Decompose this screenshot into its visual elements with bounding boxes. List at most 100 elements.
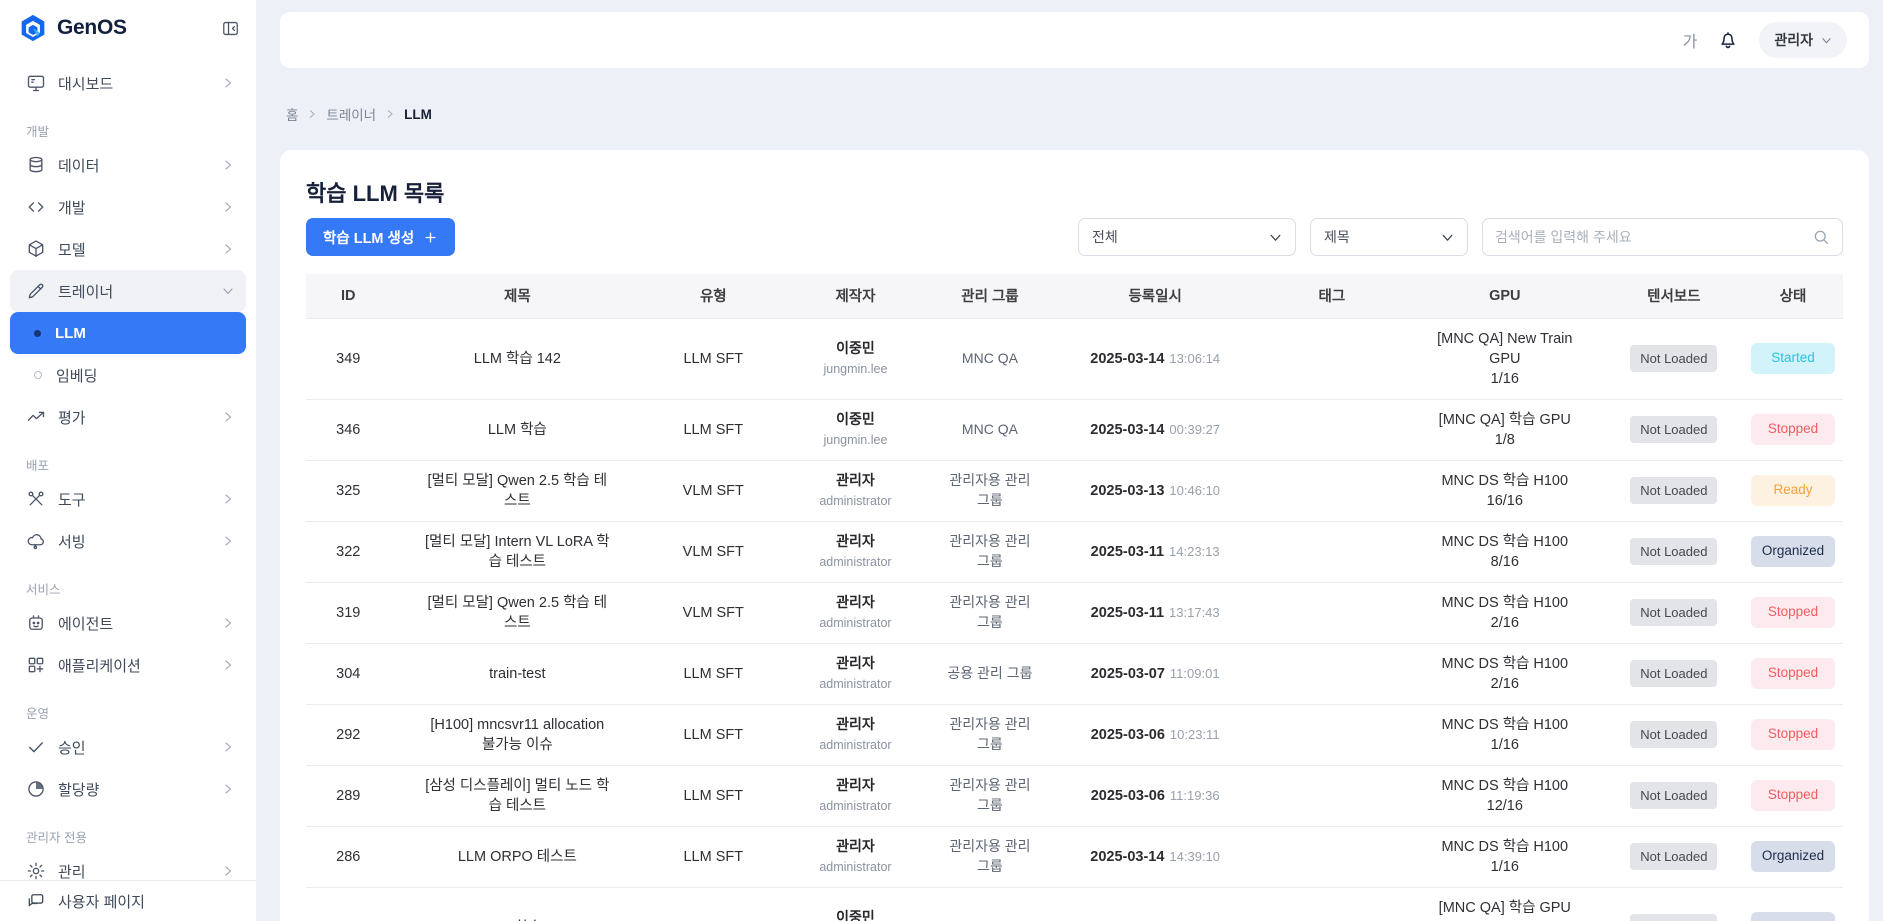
cell-type: VLM SFT [644,521,782,582]
sidebar-item-dashboard[interactable]: 대시보드 [10,62,246,104]
breadcrumb-current: LLM [404,107,432,122]
sidebar-item-user-page[interactable]: 사용자 페이지 [0,880,256,921]
sidebar-item-serving[interactable]: 서빙 [10,520,246,562]
sidebar-item-label: 데이터 [58,155,210,176]
breadcrumb-home[interactable]: 홈 [286,104,298,124]
table-row[interactable]: 292 [H100] mncsvr11 allocation 불가능 이슈 LL… [306,704,1843,765]
sidebar-item-data[interactable]: 데이터 [10,144,246,186]
registered-date: 2025-03-06 [1091,727,1165,743]
breadcrumb: 홈 트레이너 LLM [286,104,1869,124]
creator-name: 관리자 [788,471,922,490]
table-row[interactable]: 289 [삼성 디스플레이] 멀티 노드 학습 테스트 LLM SFT 관리자 … [306,765,1843,826]
tensorboard-badge: Not Loaded [1630,345,1717,373]
table-row[interactable]: 286 LLM ORPO 테스트 LLM SFT 관리자 administrat… [306,826,1843,887]
gpu-count: 2/16 [1430,613,1580,633]
create-llm-button-label: 학습 LLM 생성 [323,227,414,248]
tensorboard-badge: Not Loaded [1630,660,1717,688]
registered-date: 2025-03-14 [1090,849,1164,865]
user-menu[interactable]: 관리자 [1759,22,1847,58]
notification-bell-icon[interactable] [1717,29,1739,51]
field-filter-value: 제목 [1324,227,1350,247]
main-content: 가 관리자 홈 트레이너 LLM 학습 LLM 목록 학습 LLM 생성 전체 [256,0,1883,921]
cell-creator: 관리자 administrator [782,460,928,521]
sidebar-item-evaluation[interactable]: 평가 [10,396,246,438]
creator-name: 이중민 [788,410,922,429]
cell-registered: 2025-03-1113:17:43 [1051,582,1258,643]
table-row[interactable]: 322 [멀티 모달] Intern VL LoRA 학습 테스트 VLM SF… [306,521,1843,582]
gpu-count: 16/16 [1430,491,1580,511]
quota-clock-icon [26,779,46,799]
cell-type: LLM SFT [644,318,782,399]
status-badge: Stopped [1751,414,1835,445]
sidebar-item-approval[interactable]: 승인 [10,726,246,768]
tensorboard-badge: Not Loaded [1630,843,1717,871]
sidebar-subitem-embedding[interactable]: 임베딩 [10,354,246,396]
table-row[interactable]: 283 VLM 학습 2 VLM SFT 이중민 jungmin.lee MNC… [306,887,1843,921]
scope-filter-select[interactable]: 전체 [1078,218,1296,256]
chevron-down-icon [222,285,234,297]
gpu-count: 1/16 [1430,857,1580,877]
sidebar-section-service: 서비스 [0,574,256,602]
cell-group: MNC QA [947,420,1033,439]
sidebar-subitem-label: 임베딩 [56,365,97,386]
registered-time: 13:17:43 [1169,605,1220,620]
table-row[interactable]: 319 [멀티 모달] Qwen 2.5 학습 테스트 VLM SFT 관리자 … [306,582,1843,643]
sidebar-item-label: 서빙 [58,531,210,552]
tensorboard-badge: Not Loaded [1630,782,1717,810]
cell-creator: 관리자 administrator [782,704,928,765]
table-row[interactable]: 304 train-test LLM SFT 관리자 administrator… [306,643,1843,704]
font-size-control[interactable]: 가 [1683,28,1698,52]
llm-list-card: 학습 LLM 목록 학습 LLM 생성 전체 제목 [280,150,1869,921]
breadcrumb-trainer[interactable]: 트레이너 [326,104,376,124]
cell-gpu: MNC DS 학습 H100 8/16 [1430,532,1580,572]
chevron-right-icon [222,493,234,505]
gpu-count: 2/16 [1430,674,1580,694]
creator-id: administrator [788,859,922,876]
sidebar-subitem-llm[interactable]: LLM [10,312,246,354]
sidebar-section-admin: 관리자 전용 [0,822,256,850]
search-icon[interactable] [1812,228,1830,246]
sidebar-item-tools[interactable]: 도구 [10,478,246,520]
registered-time: 14:39:10 [1169,849,1220,864]
chevron-right-icon [385,109,395,119]
cell-creator: 이중민 jungmin.lee [782,399,928,460]
sidebar-item-agent[interactable]: 에이전트 [10,602,246,644]
create-llm-button[interactable]: 학습 LLM 생성 [306,218,455,256]
cell-tag [1259,460,1405,521]
gpu-name: MNC DS 학습 H100 [1430,654,1580,674]
sidebar-item-develop[interactable]: 개발 [10,186,246,228]
table-row[interactable]: 346 LLM 학습 LLM SFT 이중민 jungmin.lee MNC Q… [306,399,1843,460]
check-icon [26,737,46,757]
cell-id: 289 [306,765,391,826]
page-title: 학습 LLM 목록 [306,176,1843,208]
status-badge: Organized [1751,841,1835,872]
cell-id: 319 [306,582,391,643]
creator-id: administrator [788,798,922,815]
cell-title: LLM ORPO 테스트 [425,847,610,867]
chevron-right-icon [222,741,234,753]
sidebar-item-quota[interactable]: 할당량 [10,768,246,810]
sidebar-item-application[interactable]: 애플리케이션 [10,644,246,686]
sidebar-item-label: 개발 [58,197,210,218]
cell-id: 286 [306,826,391,887]
chevron-right-icon [222,243,234,255]
cell-gpu: MNC DS 학습 H100 12/16 [1430,776,1580,816]
table-row[interactable]: 349 LLM 학습 142 LLM SFT 이중민 jungmin.lee M… [306,318,1843,399]
gpu-name: MNC DS 학습 H100 [1430,776,1580,796]
chevron-down-icon [1821,35,1832,46]
sidebar-collapse-icon[interactable] [221,19,240,38]
field-filter-select[interactable]: 제목 [1310,218,1468,256]
sidebar-item-trainer[interactable]: 트레이너 [10,270,246,312]
sidebar-item-label: 사용자 페이지 [58,891,145,912]
sidebar-item-label: 모델 [58,239,210,260]
user-page-icon [26,891,46,911]
cell-registered: 2025-03-0611:19:36 [1051,765,1258,826]
list-controls: 학습 LLM 생성 전체 제목 [306,218,1843,256]
cell-gpu: [MNC QA] New Train GPU 1/16 [1430,329,1580,389]
table-row[interactable]: 325 [멀티 모달] Qwen 2.5 학습 테스트 VLM SFT 관리자 … [306,460,1843,521]
search-input[interactable] [1495,229,1804,245]
sidebar-item-model[interactable]: 모델 [10,228,246,270]
cell-registered: 2025-03-14 14:39:10 [1051,826,1258,887]
creator-id: jungmin.lee [788,432,922,449]
chevron-right-icon [307,109,317,119]
